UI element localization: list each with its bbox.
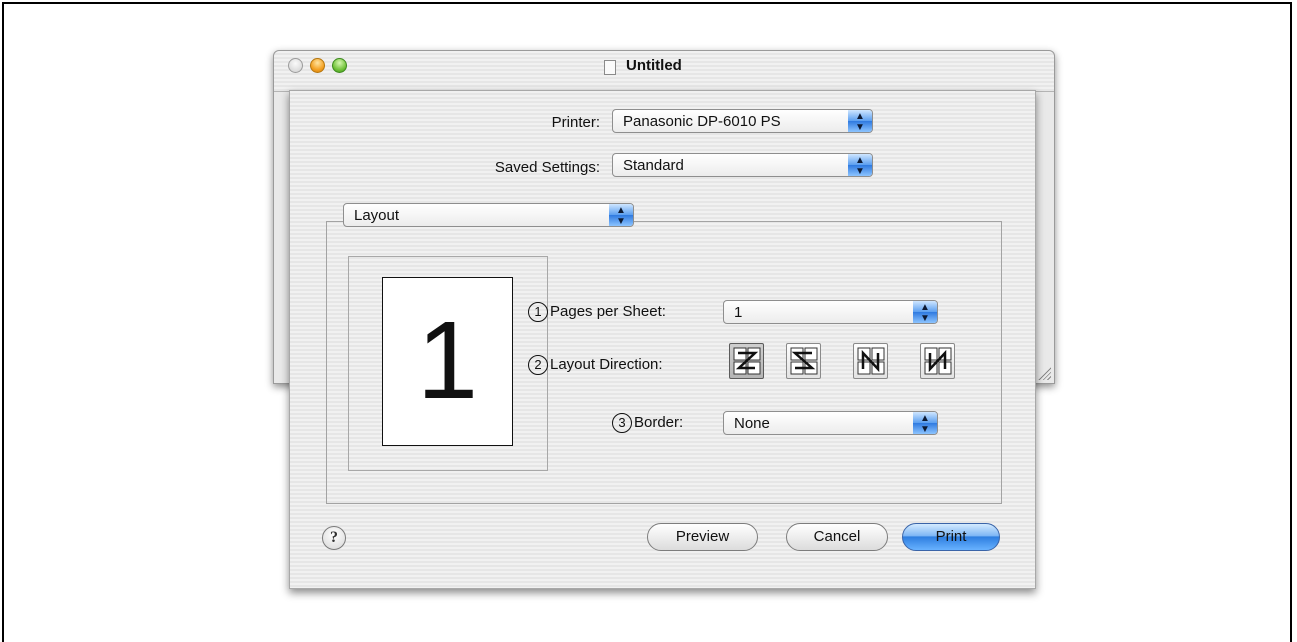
popup-arrows-icon: ▲ ▼ (848, 154, 872, 177)
close-window-icon[interactable] (288, 58, 303, 73)
print-sheet: Printer: Panasonic DP-6010 PS ▲ ▼ Saved S… (289, 90, 1036, 589)
direction-n-order-button[interactable] (920, 343, 955, 379)
saved-settings-value: Standard (623, 157, 684, 174)
callout-marker-2: 2 (528, 355, 548, 375)
saved-settings-label: Saved Settings: (494, 159, 600, 176)
window-title: Untitled (626, 57, 682, 74)
panel-value: Layout (354, 207, 400, 224)
title-bar[interactable]: Untitled (274, 51, 1054, 92)
popup-arrows-icon: ▲ ▼ (609, 204, 633, 227)
cancel-button[interactable]: Cancel (786, 523, 888, 551)
printer-popup[interactable]: Panasonic DP-6010 PS ▲ ▼ (612, 109, 873, 133)
border-value: None (734, 415, 770, 432)
border-label: Border: (634, 414, 684, 431)
reverse-z-order-arrow-icon (790, 347, 818, 375)
z-order-arrow-icon (733, 347, 761, 375)
pages-per-sheet-value: 1 (734, 304, 743, 321)
popup-arrows-icon: ▲ ▼ (913, 301, 937, 324)
direction-n-reverse-button[interactable] (853, 343, 888, 379)
pages-per-sheet-popup[interactable]: 1 ▲ ▼ (723, 300, 938, 324)
preview-page-number: 1 (416, 299, 479, 422)
printer-label: Printer: (551, 114, 600, 131)
help-button[interactable]: ? (322, 526, 346, 550)
document-icon (604, 60, 616, 75)
zoom-window-icon[interactable] (332, 58, 347, 73)
layout-direction-label: Layout Direction: (550, 356, 663, 373)
n-order-arrow-icon (924, 347, 952, 375)
preview-button[interactable]: Preview (647, 523, 758, 551)
print-button[interactable]: Print (902, 523, 1000, 551)
minimize-window-icon[interactable] (310, 58, 325, 73)
resize-grip-icon[interactable] (1037, 366, 1051, 380)
saved-settings-popup[interactable]: Standard ▲ ▼ (612, 153, 873, 177)
callout-marker-1: 1 (528, 302, 548, 322)
callout-marker-3: 3 (612, 413, 632, 433)
n-reverse-arrow-icon (857, 347, 885, 375)
printer-value: Panasonic DP-6010 PS (623, 113, 781, 130)
layout-preview-page: 1 (382, 277, 513, 446)
popup-arrows-icon: ▲ ▼ (848, 110, 872, 133)
popup-arrows-icon: ▲ ▼ (913, 412, 937, 435)
direction-z-order-button[interactable] (729, 343, 764, 379)
border-popup[interactable]: None ▲ ▼ (723, 411, 938, 435)
direction-reverse-z-order-button[interactable] (786, 343, 821, 379)
panel-popup[interactable]: Layout ▲ ▼ (343, 203, 634, 227)
pages-per-sheet-label: Pages per Sheet: (550, 303, 666, 320)
